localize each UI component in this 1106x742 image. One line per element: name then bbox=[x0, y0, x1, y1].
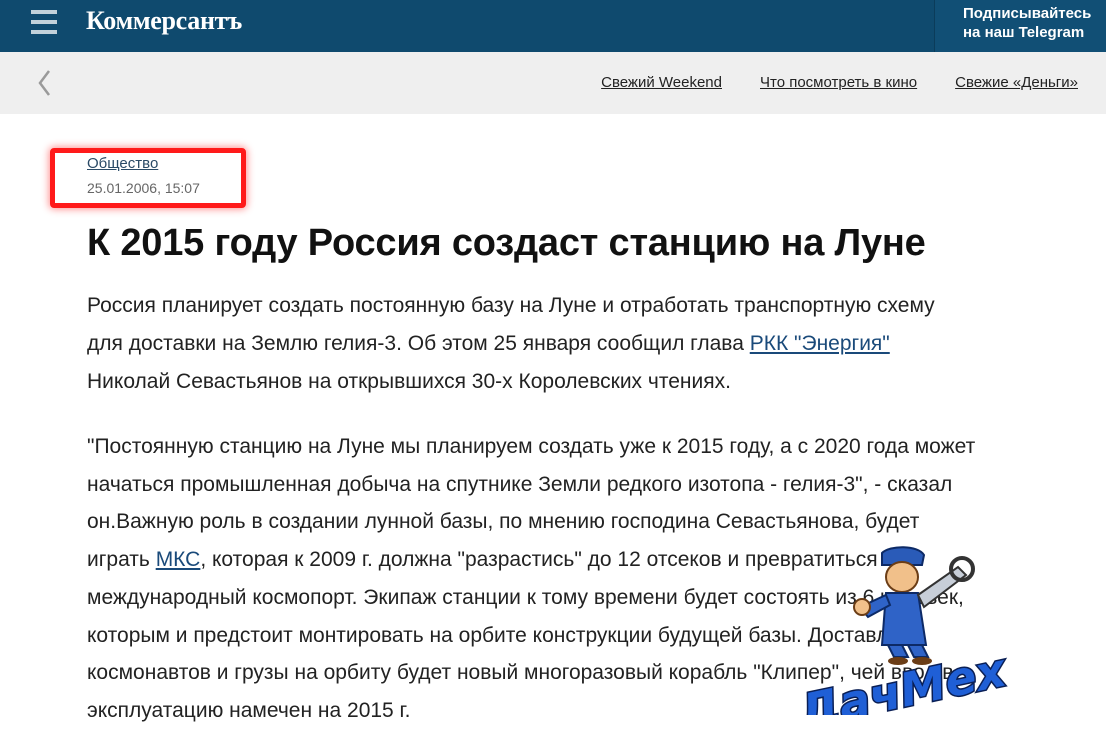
lead-text-2: Николай Севастьянов на открывшихся 30-х … bbox=[87, 370, 731, 393]
article-date: 25.01.2006, 15:07 bbox=[87, 180, 200, 196]
site-logo[interactable]: Коммерсантъ bbox=[86, 6, 242, 36]
subnav-links: Свежий Weekend Что посмотреть в кино Све… bbox=[601, 74, 1078, 91]
telegram-line-1: Подписывайтесь bbox=[963, 5, 1092, 22]
article-lead: Россия планирует создать постоянную базу… bbox=[87, 287, 967, 401]
article-title: К 2015 году Россия создаст станцию на Лу… bbox=[87, 222, 926, 264]
subnav-link-weekend[interactable]: Свежий Weekend bbox=[601, 74, 722, 91]
subnav-link-dengi[interactable]: Свежие «Деньги» bbox=[955, 74, 1078, 91]
iss-link[interactable]: МКС bbox=[156, 548, 201, 571]
article-body: "Постоянную станцию на Луне мы планируем… bbox=[87, 428, 987, 730]
body-text-2: , которая к 2009 г. должна "разрастись" … bbox=[87, 548, 964, 722]
chevron-left-icon[interactable] bbox=[34, 68, 56, 98]
sub-navigation: Свежий Weekend Что посмотреть в кино Све… bbox=[0, 52, 1106, 114]
energia-link[interactable]: РКК "Энергия" bbox=[750, 332, 890, 355]
telegram-subscribe-button[interactable]: Подписывайтесь на наш Telegram bbox=[934, 0, 1106, 52]
telegram-line-2: на наш Telegram bbox=[963, 24, 1085, 41]
article-rubric-link[interactable]: Общество bbox=[87, 155, 158, 172]
menu-icon[interactable] bbox=[31, 10, 57, 34]
top-header: Коммерсантъ Подписывайтесь на наш Telegr… bbox=[0, 0, 1106, 52]
subnav-link-cinema[interactable]: Что посмотреть в кино bbox=[760, 74, 917, 91]
